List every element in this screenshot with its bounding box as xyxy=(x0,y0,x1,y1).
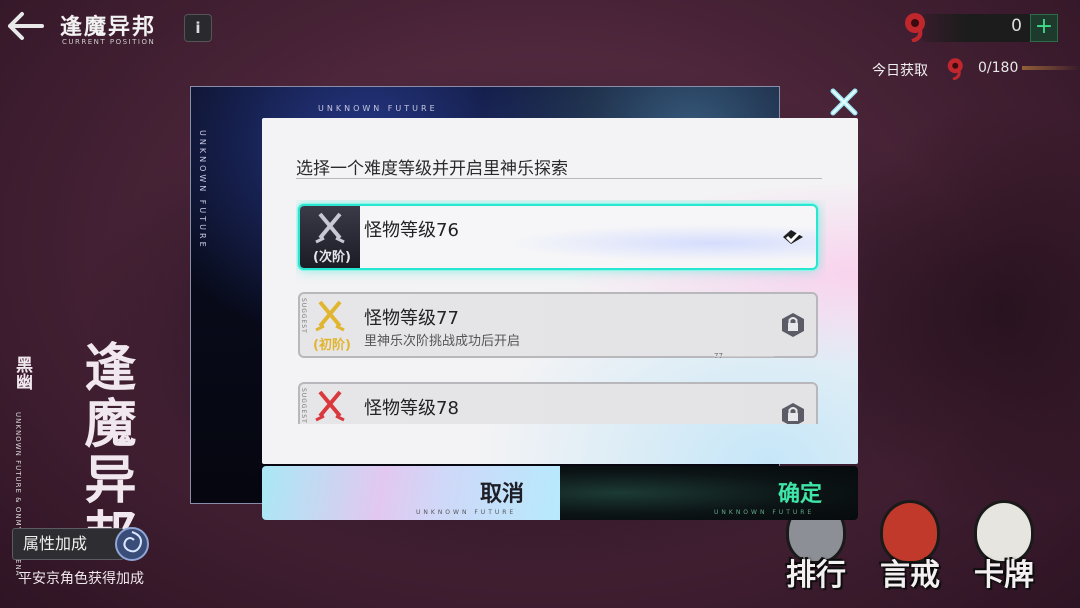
level-card-78[interactable]: SUGGEST 怪物等级78 xyxy=(298,382,818,424)
today-progress-bar xyxy=(1022,66,1080,70)
confirm-button-sub: UNKNOWN FUTURE xyxy=(714,509,815,516)
level-card-76[interactable]: (次阶) 怪物等级76 xyxy=(298,204,818,270)
nav-cards-label: 卡牌 xyxy=(974,558,1034,593)
level-list[interactable]: (次阶) 怪物等级76 SUGGEST (初阶) 怪物等级77 里神乐次阶挑战成… xyxy=(296,200,826,424)
checkmark-icon xyxy=(783,230,803,244)
magatama-icon xyxy=(947,58,963,80)
cancel-button-label: 取消 xyxy=(480,482,525,507)
level-badge: SUGGEST xyxy=(300,384,360,424)
confirm-button-label: 确定 xyxy=(778,482,823,507)
attribute-description: 平安京角色获得加成 xyxy=(18,571,144,587)
close-button[interactable] xyxy=(828,86,860,118)
nav-cards[interactable]: 卡牌 xyxy=(958,496,1050,604)
crossed-swords-icon xyxy=(315,212,345,244)
crossed-swords-icon xyxy=(315,390,345,422)
level-card-77[interactable]: SUGGEST (初阶) 怪物等级77 里神乐次阶挑战成功后开启 xyxy=(298,292,818,358)
location-title: 逢魔异邦 xyxy=(60,15,157,40)
panel-label-side: UNKNOWN FUTURE xyxy=(198,130,207,250)
level-tag: (初阶) xyxy=(313,338,351,353)
add-currency-button[interactable]: + xyxy=(1030,14,1058,42)
level-name: 怪物等级77 xyxy=(364,308,459,329)
panel-label-top: UNKNOWN FUTURE xyxy=(318,104,438,113)
lock-icon xyxy=(782,313,804,337)
nav-ranking-label: 排行 xyxy=(786,558,846,593)
nav-precepts-label: 言戒 xyxy=(880,558,940,593)
confirm-button[interactable]: 确定 UNKNOWN FUTURE xyxy=(560,466,858,520)
today-value: 0/180 xyxy=(978,60,1019,76)
close-icon xyxy=(830,88,858,116)
cancel-button-sub: UNKNOWN FUTURE xyxy=(416,509,517,516)
level-badge: SUGGEST (初阶) xyxy=(300,294,360,356)
arrow-left-icon xyxy=(8,12,44,40)
back-button[interactable] xyxy=(6,10,46,42)
scroll-marker: 77 xyxy=(714,352,774,360)
level-name: 怪物等级76 xyxy=(364,220,459,241)
lock-icon xyxy=(782,403,804,424)
dialog-title: 选择一个难度等级并开启里神乐探索 xyxy=(296,159,568,179)
today-label: 今日获取 xyxy=(872,63,928,79)
currency-value: 0 xyxy=(1011,16,1022,36)
dialog-divider xyxy=(296,178,822,179)
level-tag: (次阶) xyxy=(313,250,351,265)
level-badge: (次阶) xyxy=(300,206,360,268)
background-ink-stroke xyxy=(820,100,1080,520)
cancel-button[interactable]: 取消 UNKNOWN FUTURE xyxy=(262,466,562,520)
level-description: 里神乐次阶挑战成功后开启 xyxy=(364,334,521,349)
calligraphy-side: 黑幽 xyxy=(12,356,32,390)
attribute-bonus-button[interactable]: 属性加成 xyxy=(12,528,124,560)
info-button[interactable]: i xyxy=(184,14,212,42)
location-subtitle: CURRENT POSITION xyxy=(62,38,156,46)
swirl-icon[interactable] xyxy=(114,526,150,562)
nav-precepts[interactable]: 言戒 xyxy=(864,496,956,604)
magatama-icon xyxy=(905,13,925,42)
crossed-swords-icon xyxy=(315,300,345,332)
level-name: 怪物等级78 xyxy=(364,398,459,419)
